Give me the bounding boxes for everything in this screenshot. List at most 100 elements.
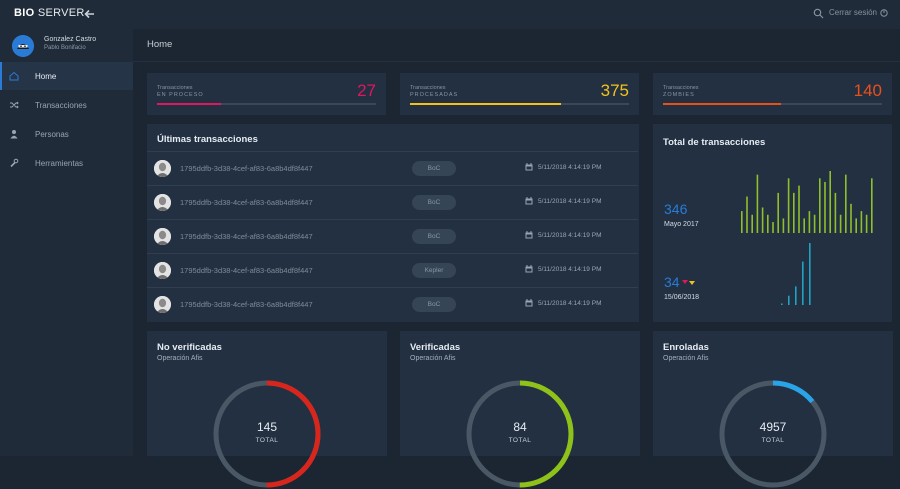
chart-bar [819, 178, 821, 233]
chart-bar [809, 243, 811, 305]
chart-bar [808, 211, 811, 233]
chart-bar [787, 178, 790, 233]
month-bar-chart [741, 171, 873, 233]
stat-value: 140 [853, 81, 882, 100]
table-row[interactable]: 1795ddfb-3d38-4cef-af83-6a8b4df8f447 BoC 5… [147, 219, 638, 253]
top-bar: BIO SERVER Cerrar sesión [0, 0, 900, 29]
table-row[interactable]: 1795ddfb-3d38-4cef-af83-6a8b4df8f447 BoC 5… [147, 151, 638, 185]
card-title: Verificadas [410, 342, 461, 353]
chart-bar [798, 185, 800, 233]
transaction-id: 1795ddfb-3d38-4cef-af83-6a8b4df8f447 [180, 232, 313, 241]
avatar [154, 228, 171, 245]
stat-sublabel: procesadas [410, 92, 459, 98]
stat-card-en-proceso: Transacciones en proceso 27 [147, 73, 386, 115]
table-row[interactable]: 1795ddfb-3d38-4cef-af83-6a8b4df8f447 Kepl… [147, 253, 638, 287]
transaction-id: 1795ddfb-3d38-4cef-af83-6a8b4df8f447 [180, 300, 313, 309]
chart-bar [795, 286, 797, 305]
chart-bar [802, 261, 804, 305]
month-total-label: Mayo 2017 [664, 221, 699, 228]
progress-fill [663, 103, 782, 105]
chart-bar [777, 192, 779, 233]
stat-label: Transacciones [410, 85, 446, 91]
card-subtitle: Operación Afis [410, 355, 456, 362]
home-icon [9, 71, 19, 81]
user-box[interactable]: Gonzalez Castro Pablo Bonifacio [0, 29, 133, 61]
sidebar-item-personas[interactable]: Personas [0, 120, 133, 148]
month-total-value: 346 [664, 201, 688, 217]
chart-bar [793, 192, 795, 233]
donut-value: 145 [256, 420, 278, 434]
sidebar: Gonzalez Castro Pablo Bonifacio Home Tra… [0, 29, 133, 456]
transaction-id: 1795ddfb-3d38-4cef-af83-6a8b4df8f447 [180, 164, 313, 173]
sidebar-item-label: Home [35, 71, 57, 81]
transaction-date: 5/11/2018 4:14:19 PM [538, 198, 602, 205]
transaction-date: 5/11/2018 4:14:19 PM [538, 164, 602, 171]
day-total-label: 15/06/2018 [664, 294, 700, 301]
avatar [12, 35, 34, 57]
card-title: Total de transacciones [663, 137, 766, 148]
stat-sublabel: zombies [663, 92, 695, 98]
transactions-card: Últimas transacciones 1795ddfb-3d38-4cef… [147, 124, 639, 322]
transaction-date: 5/11/2018 4:14:19 PM [538, 300, 602, 307]
user-name: Gonzalez Castro [44, 36, 97, 43]
chart-bar [741, 211, 743, 233]
donut-card-verificadas: Verificadas Operación Afis 84 TOTAL [400, 331, 640, 488]
sidebar-item-herramientas[interactable]: Herramientas [0, 149, 133, 177]
donut-card-no-verificadas: No verificadas Operación Afis 145 TOTAL [147, 331, 387, 488]
avatar [154, 296, 171, 313]
stat-label: Transacciones [157, 85, 193, 91]
calendar-icon [525, 231, 533, 239]
donut-card-enroladas: Enroladas Operación Afis 4957 TOTAL [653, 331, 893, 488]
arrow-left-icon[interactable] [84, 7, 96, 21]
table-row[interactable]: 1795ddfb-3d38-4cef-af83-6a8b4df8f447 BoC 5… [147, 287, 638, 321]
chart-bar [788, 295, 790, 305]
engine-badge[interactable]: BoC [412, 229, 456, 244]
wrench-icon [10, 158, 19, 168]
sidebar-item-label: Herramientas [35, 158, 84, 168]
stat-sublabel: en proceso [157, 92, 204, 98]
sidebar-item-label: Transacciones [35, 100, 87, 110]
donut-chart [719, 380, 827, 488]
engine-badge[interactable]: BoC [412, 161, 456, 176]
card-subtitle: Operación Afis [663, 355, 709, 362]
engine-badge[interactable]: BoC [412, 195, 456, 210]
sidebar-item-label: Personas [35, 129, 69, 139]
progress-bar [157, 103, 376, 105]
calendar-icon [525, 197, 533, 205]
day-total-value: 34 [664, 274, 680, 290]
chart-bar [813, 214, 816, 233]
chart-bar [782, 218, 785, 233]
chart-bar [871, 178, 873, 233]
transaction-id: 1795ddfb-3d38-4cef-af83-6a8b4df8f447 [180, 198, 313, 207]
stat-card-procesadas: Transacciones procesadas 375 [400, 73, 639, 115]
engine-badge[interactable]: Kepler [412, 263, 456, 278]
avatar [154, 160, 171, 177]
page-title: Home [147, 39, 173, 50]
chart-bar [855, 218, 857, 233]
calendar-icon [525, 265, 533, 273]
search-icon[interactable] [813, 8, 824, 19]
donut-value: 4957 [759, 420, 787, 434]
logout-link[interactable]: Cerrar sesión [829, 8, 888, 17]
logout-label: Cerrar sesión [828, 8, 877, 17]
chart-bar [751, 214, 753, 233]
avatar [154, 194, 171, 211]
progress-bar [663, 103, 882, 105]
chart-bar [829, 171, 831, 233]
chart-bar [767, 214, 769, 233]
chart-bar [839, 214, 842, 233]
progress-fill [157, 103, 221, 105]
transaction-date: 5/11/2018 4:14:19 PM [538, 266, 602, 273]
calendar-icon [525, 163, 533, 171]
progress-bar [410, 103, 629, 105]
sidebar-item-transacciones[interactable]: Transacciones [0, 91, 133, 119]
sidebar-item-home[interactable]: Home [0, 62, 133, 90]
donut-value: 84 [513, 420, 527, 434]
engine-badge[interactable]: BoC [412, 297, 456, 312]
day-bar-chart [781, 243, 811, 305]
table-row[interactable]: 1795ddfb-3d38-4cef-af83-6a8b4df8f447 BoC 5… [147, 185, 638, 219]
stat-value: 27 [357, 81, 376, 100]
donut-caption: TOTAL [508, 437, 532, 444]
totals-card: Total de transacciones 346 Mayo 2017 34 … [653, 124, 892, 322]
stat-value: 375 [600, 81, 629, 100]
